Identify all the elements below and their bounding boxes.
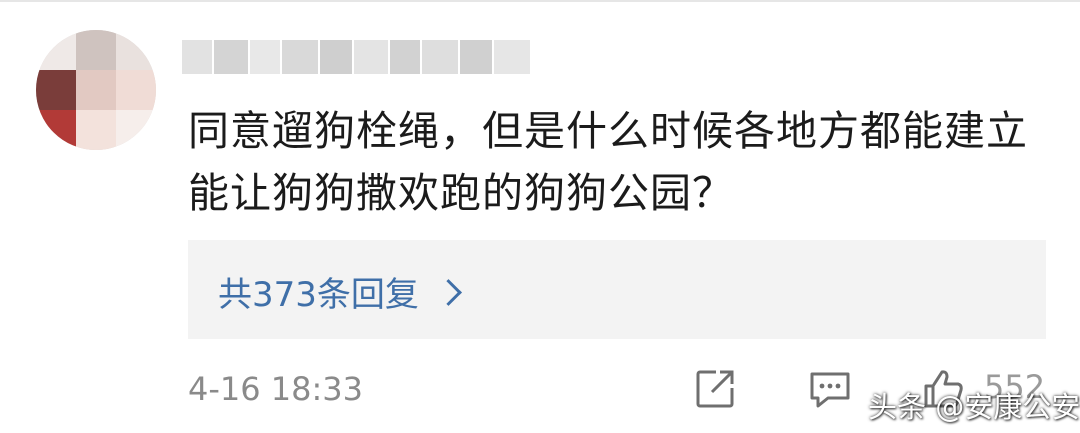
avatar[interactable] [36,30,156,150]
comment-icon[interactable] [806,366,854,412]
username[interactable] [182,34,562,82]
comment-card: 同意遛狗栓绳，但是什么时候各地方都能建立能让狗狗撒欢跑的狗狗公园？ 共373条回… [0,0,1080,433]
comment-timestamp: 4-16 18:33 [188,370,364,408]
watermark: 头条 @安康公安 [868,390,1080,424]
share-icon[interactable] [692,366,738,412]
replies-count-label: 共373条回复 [218,274,419,315]
view-replies-link[interactable]: 共373条回复 [218,266,462,316]
chevron-right-icon [434,278,462,306]
comment-text: 同意遛狗栓绳，但是什么时候各地方都能建立能让狗狗撒欢跑的狗狗公园？ [188,107,1028,217]
divider [0,0,1080,2]
